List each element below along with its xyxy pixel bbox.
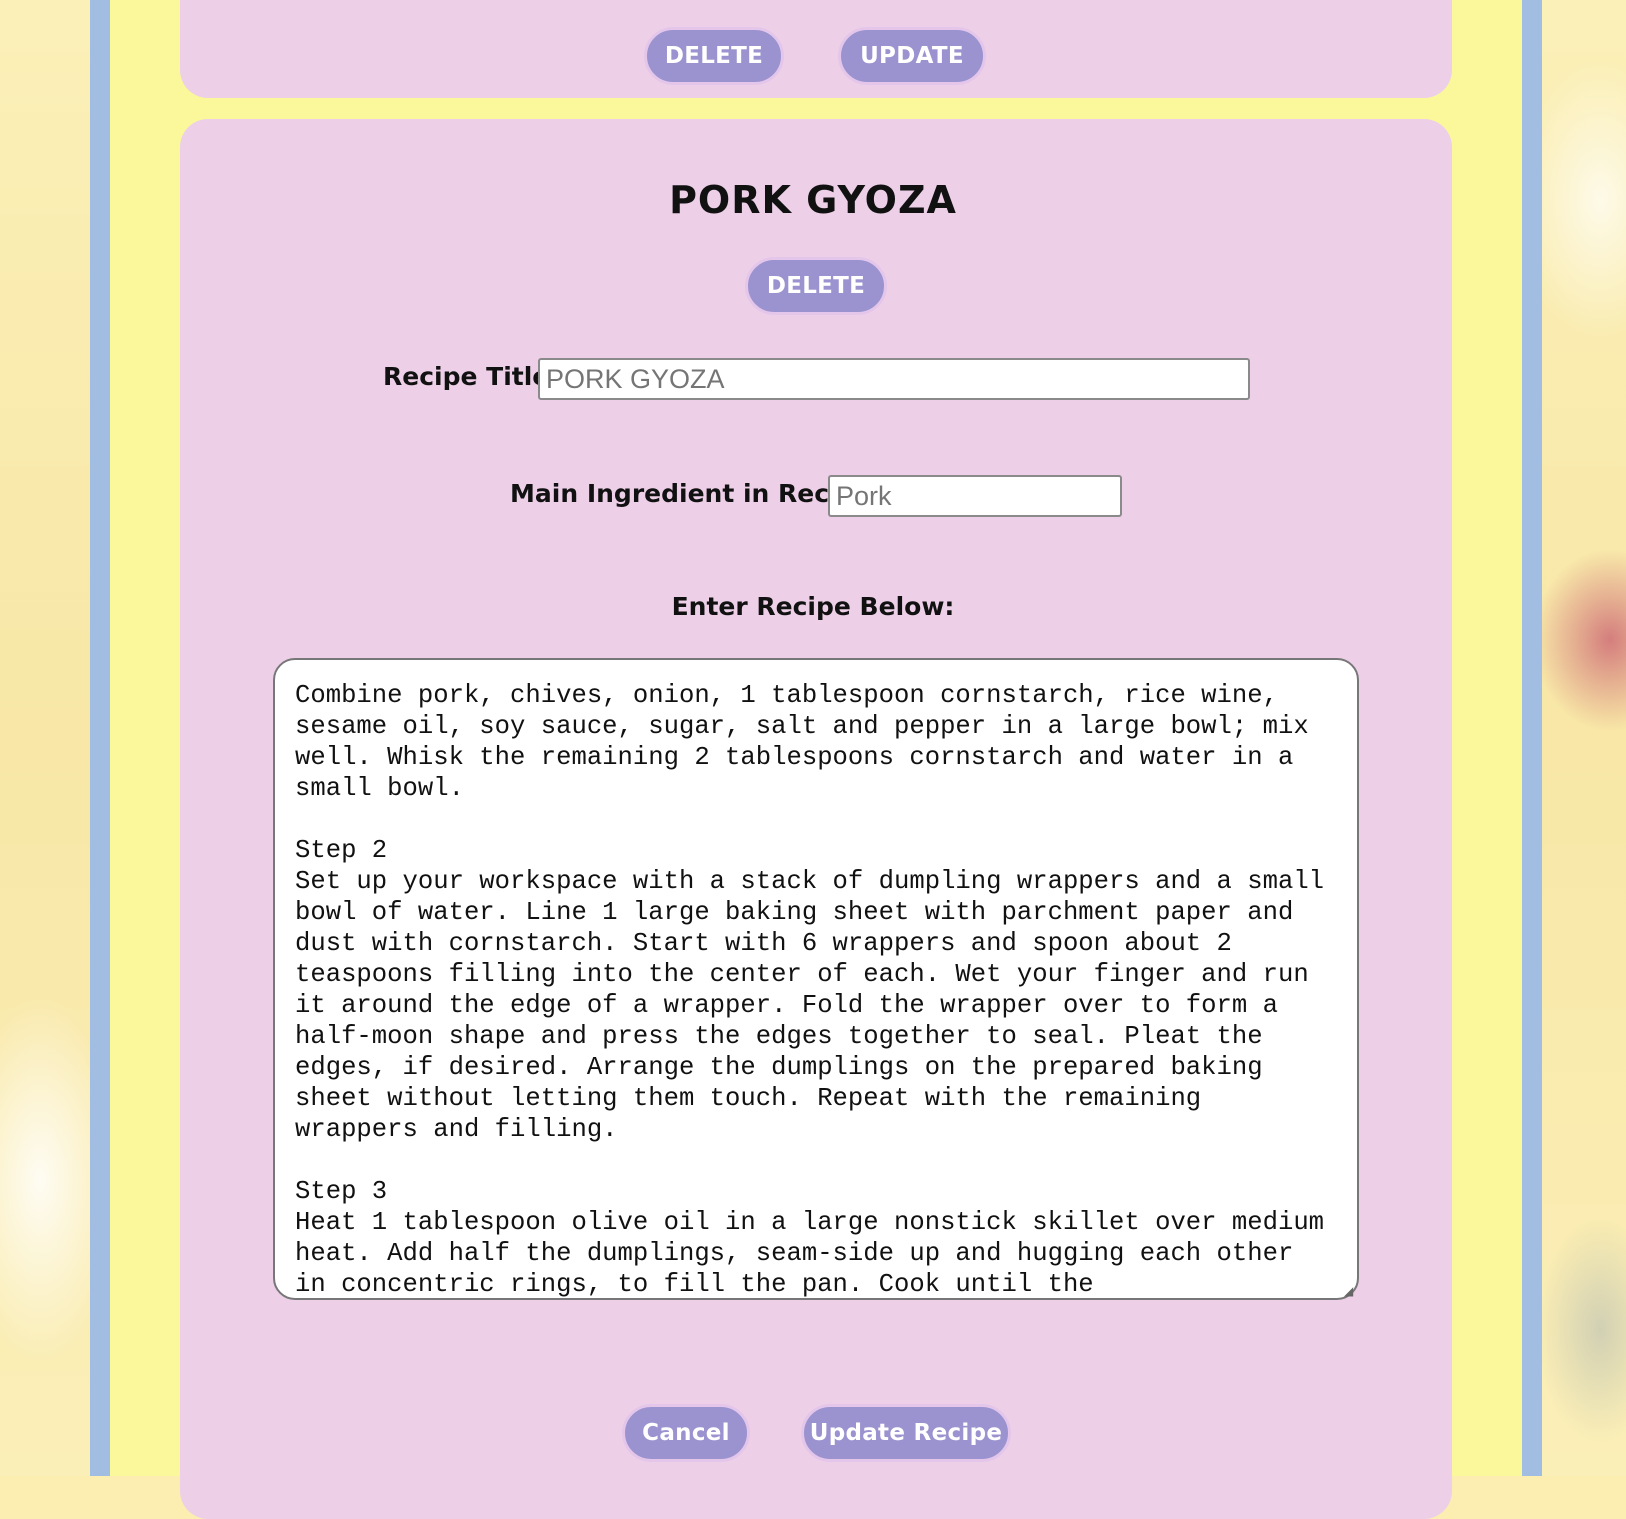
delete-recipe-button[interactable]: DELETE	[745, 257, 887, 315]
main-ingredient-input[interactable]	[828, 475, 1122, 517]
recipe-title-input[interactable]	[538, 358, 1250, 400]
cancel-button[interactable]: Cancel	[622, 1404, 750, 1462]
main-ingredient-label: Main Ingredient in Recipe:	[510, 479, 883, 508]
update-button[interactable]: UPDATE	[838, 27, 986, 85]
recipe-title-label: Recipe Title:	[383, 362, 560, 391]
delete-button[interactable]: DELETE	[644, 27, 784, 85]
recipe-title-heading: PORK GYOZA	[669, 178, 957, 222]
previous-recipe-card: DELETE UPDATE	[180, 0, 1452, 98]
recipe-textarea[interactable]: Combine pork, chives, onion, 1 tablespoo…	[273, 658, 1359, 1300]
update-recipe-button[interactable]: Update Recipe	[801, 1404, 1011, 1462]
resize-grip-icon[interactable]: ◢	[1344, 1285, 1356, 1297]
enter-recipe-label: Enter Recipe Below:	[671, 592, 955, 621]
